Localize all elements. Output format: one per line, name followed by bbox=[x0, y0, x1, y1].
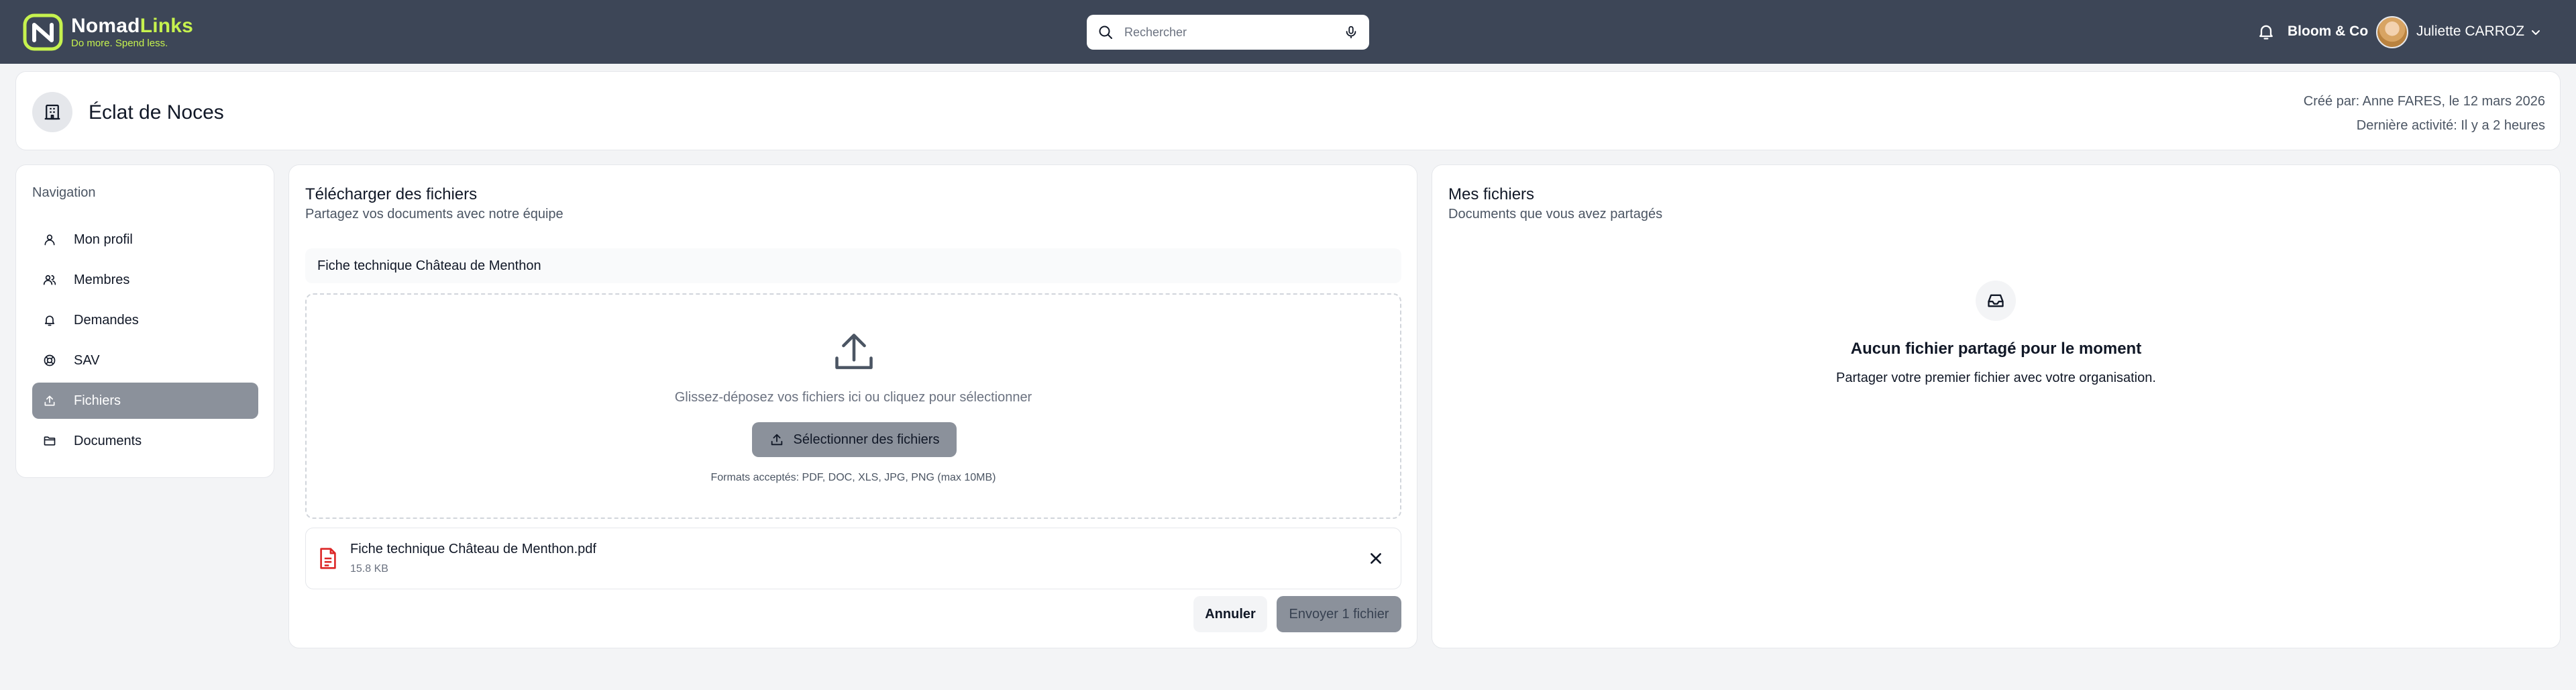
document-name-field[interactable] bbox=[305, 248, 1401, 283]
brand-name-part1: Nomad bbox=[71, 15, 140, 37]
folder-icon bbox=[44, 436, 56, 446]
upload-icon bbox=[44, 395, 55, 406]
organization-avatar bbox=[32, 92, 72, 132]
my-files-subtitle: Documents que vous avez partagés bbox=[1448, 207, 1663, 221]
sidebar-item-sav[interactable]: SAV bbox=[32, 342, 258, 379]
organization-header: Éclat de Noces Créé par: Anne FARES, le … bbox=[15, 71, 2561, 150]
brand-name: NomadLinks bbox=[71, 16, 193, 36]
cancel-button[interactable]: Annuler bbox=[1193, 596, 1267, 632]
support-icon bbox=[44, 354, 56, 366]
file-name: Fiche technique Château de Menthon.pdf bbox=[350, 542, 596, 556]
sidebar: Navigation Mon profil Membres Demandes S… bbox=[15, 164, 274, 478]
empty-state-icon bbox=[1976, 281, 2016, 321]
sidebar-item-label: SAV bbox=[74, 352, 100, 368]
last-activity-text: Dernière activité: Il y a 2 heures bbox=[2356, 118, 2545, 133]
users-icon bbox=[43, 275, 56, 285]
inbox-icon bbox=[1988, 294, 2004, 307]
upload-icon bbox=[771, 434, 782, 446]
sidebar-item-label: Mon profil bbox=[74, 232, 133, 247]
sidebar-title: Navigation bbox=[32, 185, 96, 200]
bell-icon bbox=[44, 315, 55, 326]
organization-meta: Créé par: Anne FARES, le 12 mars 2026 De… bbox=[2304, 89, 2545, 138]
sidebar-item-label: Demandes bbox=[74, 312, 139, 328]
empty-state-title: Aucun fichier partagé pour le moment bbox=[1850, 340, 2142, 358]
empty-state-subtitle: Partager votre premier fichier avec votr… bbox=[1836, 371, 2156, 385]
top-navigation-bar: NomadLinks Do more. Spend less. Bloom & … bbox=[0, 0, 2576, 64]
microphone-icon[interactable] bbox=[1344, 24, 1358, 40]
logo-icon bbox=[23, 13, 63, 51]
file-dropzone[interactable]: Glissez-déposez vos fichiers ici ou cliq… bbox=[305, 293, 1401, 519]
dropzone-instructions: Glissez-déposez vos fichiers ici ou cliq… bbox=[674, 390, 1032, 405]
bell-icon[interactable] bbox=[2257, 21, 2275, 42]
page-title: Éclat de Noces bbox=[89, 101, 224, 124]
search-icon bbox=[1099, 26, 1112, 39]
upload-icon bbox=[835, 334, 873, 369]
selected-file-item: Fiche technique Château de Menthon.pdf 1… bbox=[305, 528, 1401, 589]
upload-panel: Télécharger des fichiers Partagez vos do… bbox=[288, 164, 1417, 648]
my-files-title: Mes fichiers bbox=[1448, 185, 1535, 203]
sidebar-nav: Mon profil Membres Demandes SAV Fichiers… bbox=[32, 221, 258, 463]
sidebar-item-fichiers[interactable]: Fichiers bbox=[32, 383, 258, 419]
chevron-down-icon[interactable] bbox=[2529, 26, 2542, 39]
sidebar-item-demandes[interactable]: Demandes bbox=[32, 302, 258, 338]
sidebar-item-label: Fichiers bbox=[74, 393, 121, 408]
sidebar-item-label: Documents bbox=[74, 433, 142, 448]
avatar[interactable] bbox=[2376, 16, 2408, 48]
accepted-formats: Formats acceptés: PDF, DOC, XLS, JPG, PN… bbox=[710, 472, 996, 483]
sidebar-item-documents[interactable]: Documents bbox=[32, 423, 258, 459]
send-files-button[interactable]: Envoyer 1 fichier bbox=[1277, 596, 1401, 632]
logo-text: NomadLinks Do more. Spend less. bbox=[71, 16, 193, 49]
sidebar-item-label: Membres bbox=[74, 272, 130, 287]
my-files-panel: Mes fichiers Documents que vous avez par… bbox=[1432, 164, 2561, 648]
brand-name-part2: Links bbox=[140, 15, 194, 37]
search-bar[interactable] bbox=[1087, 15, 1369, 50]
select-files-button[interactable]: Sélectionner des fichiers bbox=[752, 422, 957, 457]
upload-title: Télécharger des fichiers bbox=[305, 185, 478, 203]
upload-subtitle: Partagez vos documents avec notre équipe bbox=[305, 207, 564, 221]
close-icon[interactable] bbox=[1368, 551, 1383, 566]
pdf-file-icon bbox=[320, 548, 336, 569]
building-icon bbox=[44, 104, 60, 120]
sidebar-item-membres[interactable]: Membres bbox=[32, 262, 258, 298]
sidebar-item-mon-profil[interactable]: Mon profil bbox=[32, 221, 258, 258]
organization-switcher[interactable]: Bloom & Co bbox=[2288, 23, 2368, 40]
user-name[interactable]: Juliette CARROZ bbox=[2416, 23, 2524, 40]
user-icon bbox=[44, 234, 55, 246]
brand-logo[interactable]: NomadLinks Do more. Spend less. bbox=[23, 13, 193, 51]
brand-tagline: Do more. Spend less. bbox=[71, 38, 168, 49]
created-by-text: Créé par: Anne FARES, le 12 mars 2026 bbox=[2303, 94, 2545, 109]
search-input[interactable] bbox=[1124, 25, 1344, 40]
select-files-label: Sélectionner des fichiers bbox=[793, 432, 940, 447]
file-size: 15.8 KB bbox=[350, 563, 388, 575]
